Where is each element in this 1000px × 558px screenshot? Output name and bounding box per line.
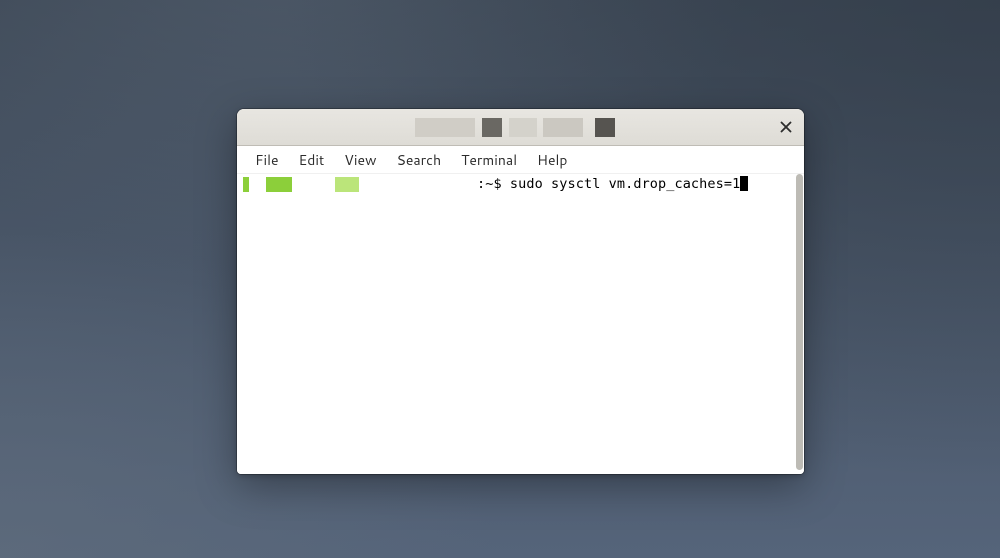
menubar: File Edit View Search Terminal Help	[237, 146, 804, 174]
close-button[interactable]	[768, 109, 804, 146]
prompt-redacted	[266, 177, 292, 192]
prompt-redacted	[335, 177, 359, 192]
command-text: sudo sysctl vm.drop_caches=1	[510, 176, 740, 192]
prompt-line: :~$ sudo sysctl vm.drop_caches=1	[243, 176, 792, 193]
text-cursor	[740, 176, 748, 191]
menu-edit[interactable]: Edit	[289, 147, 335, 173]
close-icon	[780, 121, 792, 133]
terminal-area[interactable]: :~$ sudo sysctl vm.drop_caches=1	[237, 174, 804, 474]
terminal-window: File Edit View Search Terminal Help :~$ …	[237, 109, 804, 474]
prompt-and-command: :~$ sudo sysctl vm.drop_caches=1	[477, 176, 748, 193]
menu-view[interactable]: View	[334, 147, 386, 173]
prompt-redacted	[243, 177, 249, 192]
menu-terminal[interactable]: Terminal	[451, 147, 527, 173]
title-redacted	[415, 118, 475, 137]
scrollbar[interactable]	[796, 174, 803, 470]
title-redacted	[595, 118, 615, 137]
menu-help[interactable]: Help	[527, 147, 577, 173]
title-redacted	[509, 118, 537, 137]
window-titlebar[interactable]	[237, 109, 804, 146]
title-redacted	[482, 118, 502, 137]
menu-file[interactable]: File	[245, 147, 289, 173]
prompt-suffix: :~$	[477, 176, 510, 192]
menu-search[interactable]: Search	[387, 147, 452, 173]
title-redacted	[543, 118, 583, 137]
